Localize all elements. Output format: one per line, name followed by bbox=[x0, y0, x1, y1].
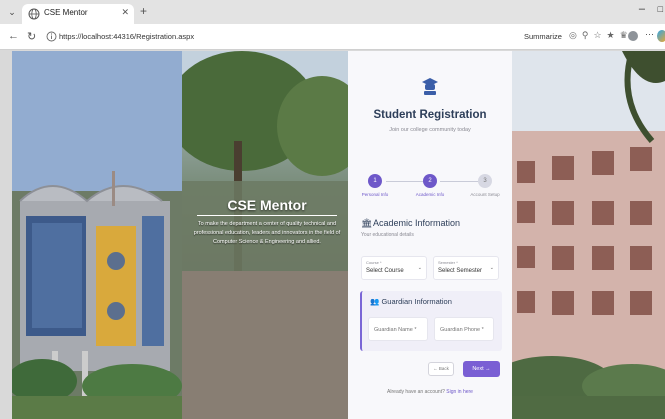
registration-card: Student Registration Join our college co… bbox=[348, 51, 512, 419]
step-number: 2 bbox=[423, 174, 437, 188]
step-number: 1 bbox=[368, 174, 382, 188]
back-arrow-icon[interactable]: ← bbox=[8, 30, 19, 42]
url-field[interactable]: https://localhost:44316/Registration.asp… bbox=[43, 28, 515, 46]
step-number: 3 bbox=[478, 174, 492, 188]
brand-description: To make the department a center of quali… bbox=[193, 221, 341, 245]
guardian-heading: 👥 Guardian Information bbox=[370, 297, 452, 306]
tab-title: CSE Mentor bbox=[44, 8, 88, 17]
maximize-icon[interactable]: □ bbox=[658, 4, 663, 14]
next-button[interactable]: Next → bbox=[463, 361, 500, 377]
semester-caption: Semester * bbox=[438, 260, 458, 265]
course-select[interactable]: Course * Select Course ⌄ bbox=[361, 256, 427, 280]
refresh-icon[interactable]: ↻ bbox=[27, 30, 36, 43]
profile-avatar-icon[interactable] bbox=[628, 31, 638, 41]
minimize-icon[interactable]: – bbox=[639, 3, 645, 15]
graduation-cap-icon bbox=[422, 78, 438, 95]
browser-tab-bar: ⌄ CSE Mentor ✕ + – □ bbox=[0, 0, 665, 24]
chevron-down-icon: ⌄ bbox=[417, 265, 422, 271]
signin-prompt: Already have an account? Sign in here bbox=[348, 389, 512, 395]
step-personal-info: 1 Personal Info bbox=[350, 174, 400, 197]
browser-tab[interactable]: CSE Mentor ✕ bbox=[22, 4, 134, 24]
summarize-button[interactable]: Summarize bbox=[524, 32, 562, 41]
more-menu-icon[interactable]: ··· bbox=[645, 29, 654, 39]
step-academic-info: 2 Academic Info bbox=[405, 174, 455, 197]
hostel-building-illustration bbox=[512, 51, 665, 419]
users-icon: 👥 bbox=[370, 297, 380, 306]
course-caption: Course * bbox=[366, 260, 382, 265]
guardian-phone-input[interactable] bbox=[435, 319, 493, 341]
chevron-down-icon: ⌄ bbox=[489, 265, 494, 271]
globe-icon bbox=[28, 8, 40, 20]
signin-link[interactable]: Sign in here bbox=[446, 389, 473, 395]
brand-overlay: CSE Mentor To make the department a cent… bbox=[192, 197, 342, 247]
step-label: Academic Info bbox=[415, 192, 445, 197]
signin-prompt-text: Already have an account? bbox=[387, 389, 445, 395]
step-label: Personal Info bbox=[361, 192, 389, 197]
form-subtitle: Join our college community today bbox=[389, 127, 471, 133]
guardian-name-input[interactable] bbox=[369, 319, 427, 341]
guardian-title: Guardian Information bbox=[381, 297, 452, 306]
site-info-icon[interactable] bbox=[46, 31, 57, 42]
new-tab-plus-icon[interactable]: + bbox=[140, 4, 147, 18]
academic-section-title: Academic Information bbox=[373, 218, 461, 228]
semester-select[interactable]: Semester * Select Semester ⌄ bbox=[433, 256, 499, 280]
back-button[interactable]: ← Back bbox=[428, 362, 454, 376]
university-icon: 🏛 bbox=[361, 218, 373, 228]
toolbar-icons[interactable]: ◎⚲☆★♛ bbox=[569, 30, 633, 41]
form-title: Student Registration bbox=[373, 109, 487, 121]
address-bar: ← ↻ https://localhost:44316/Registration… bbox=[0, 24, 665, 50]
copilot-icon[interactable] bbox=[657, 30, 665, 42]
close-tab-icon[interactable]: ✕ bbox=[121, 7, 129, 18]
academic-section-heading: 🏛Academic Information bbox=[361, 218, 460, 229]
course-value: Select Course bbox=[366, 268, 404, 274]
guardian-section: 👥 Guardian Information bbox=[360, 291, 502, 351]
campus-photo-right bbox=[512, 51, 665, 419]
url-text: https://localhost:44316/Registration.asp… bbox=[59, 32, 195, 41]
guardian-name-field[interactable] bbox=[368, 317, 428, 341]
step-label: Account Setup bbox=[470, 192, 500, 197]
page-viewport: CSE Mentor To make the department a cent… bbox=[12, 51, 665, 419]
tab-actions-chevron-icon[interactable]: ⌄ bbox=[5, 5, 19, 19]
campus-photo-left bbox=[12, 51, 182, 419]
brand-title: CSE Mentor bbox=[227, 197, 307, 213]
academic-section-subtitle: Your educational details bbox=[361, 232, 414, 238]
step-account-setup: 3 Account Setup bbox=[460, 174, 510, 197]
brand-divider bbox=[197, 215, 337, 216]
semester-value: Select Semester bbox=[438, 268, 483, 274]
campus-building-illustration bbox=[12, 51, 182, 419]
guardian-phone-field[interactable] bbox=[434, 317, 494, 341]
